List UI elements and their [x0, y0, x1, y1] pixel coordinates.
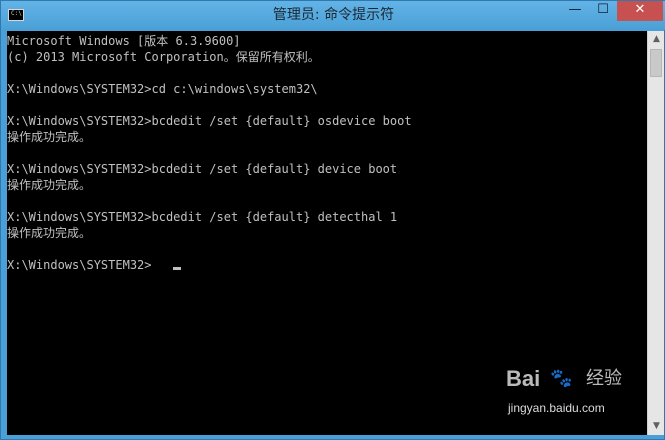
vertical-scrollbar[interactable]: ▲ ▼: [647, 31, 664, 435]
watermark-url: jingyan.baidu.com: [508, 401, 605, 415]
console-line: 操作成功完成。: [7, 226, 92, 240]
console-line: X:\Windows\SYSTEM32>bcdedit /set {defaul…: [7, 162, 398, 176]
paw-logo-icon: 🐾: [550, 368, 573, 389]
console-prompt-line: X:\Windows\SYSTEM32>: [7, 258, 152, 272]
close-icon: ✕: [634, 2, 646, 17]
minimize-icon: —: [568, 2, 582, 17]
scroll-down-icon[interactable]: ▼: [648, 418, 665, 435]
maximize-button[interactable]: ☐: [589, 1, 617, 21]
console-line: 操作成功完成。: [7, 178, 92, 192]
close-button[interactable]: ✕: [617, 1, 663, 21]
console-line: Microsoft Windows [版本 6.3.9600]: [7, 34, 241, 48]
scroll-up-icon[interactable]: ▲: [648, 31, 665, 48]
scroll-thumb[interactable]: [650, 49, 662, 77]
console-line: (c) 2013 Microsoft Corporation。保留所有权利。: [7, 50, 320, 64]
console-line: X:\Windows\SYSTEM32>bcdedit /set {defaul…: [7, 210, 398, 224]
baidu-jingyan-watermark: Bai 🐾 经验 jingyan.baidu.com: [506, 366, 646, 436]
text-cursor: [173, 267, 181, 270]
console-line: X:\Windows\SYSTEM32>bcdedit /set {defaul…: [7, 114, 412, 128]
console-line: 操作成功完成。: [7, 130, 92, 144]
maximize-icon: ☐: [597, 2, 609, 17]
watermark-brand: Bai: [506, 366, 541, 391]
console-line: X:\Windows\SYSTEM32>cd c:\windows\system…: [7, 82, 318, 96]
watermark-cn: 经验: [586, 368, 622, 389]
title-bar[interactable]: C:\ 管理员: 命令提示符 — ☐ ✕: [1, 1, 665, 30]
console-window: C:\ 管理员: 命令提示符 — ☐ ✕ Microsoft Windows […: [0, 0, 665, 440]
minimize-button[interactable]: —: [561, 1, 589, 21]
